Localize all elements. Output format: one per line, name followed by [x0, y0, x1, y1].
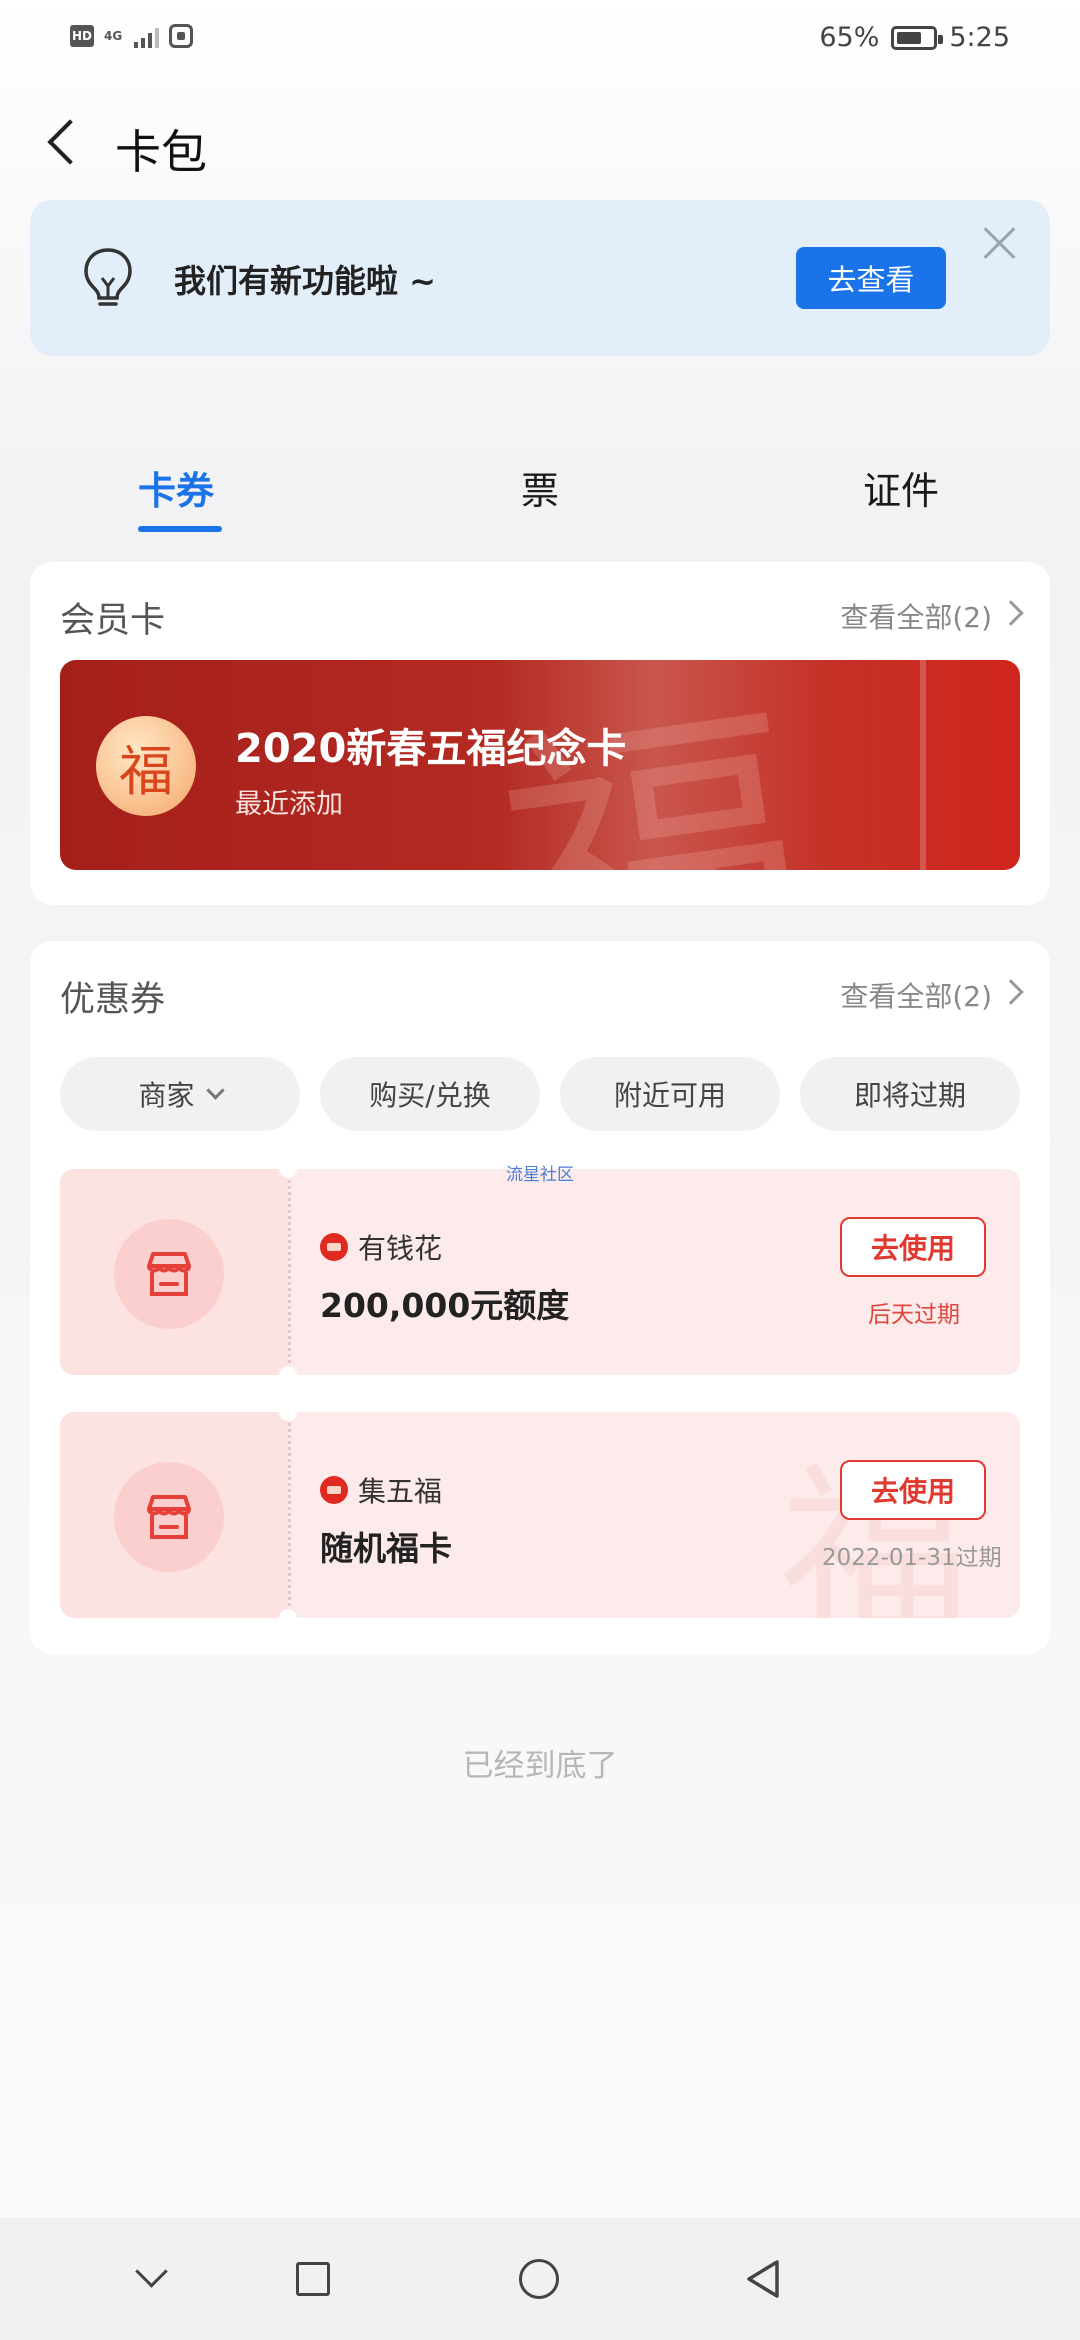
banner-text: 我们有新功能啦 ~ [174, 262, 436, 300]
hotspot-icon [169, 24, 194, 48]
coupon-source: 集五福 [320, 1470, 442, 1510]
end-of-list-text: 已经到底了 [462, 1748, 618, 1784]
filter-merchant[interactable]: 商家 [60, 1057, 300, 1131]
fu-logo-icon: 福 [96, 716, 196, 816]
filter-label: 购买/兑换 [369, 1079, 491, 1112]
coupon-notch [279, 1403, 297, 1421]
store-icon [114, 1219, 224, 1329]
member-card-title: 2020新春五福纪念卡 [235, 726, 627, 772]
source-name: 有钱花 [358, 1232, 443, 1265]
tab-coupons[interactable]: 卡券 [138, 460, 214, 515]
source-name: 集五福 [358, 1475, 443, 1508]
coupon-title: 200,000元额度 [320, 1286, 570, 1325]
battery-icon [891, 25, 944, 50]
app-header: 卡包 [0, 100, 1080, 190]
nav-hide-keyboard-icon[interactable] [128, 2256, 174, 2302]
status-icons-left: HD 4G [70, 24, 194, 48]
chevron-down-icon [205, 1080, 225, 1100]
battery-percent: 65% [819, 22, 880, 53]
coupon-expiry: 后天过期 [868, 1302, 960, 1328]
tab-tickets[interactable]: 票 [521, 460, 559, 515]
view-all-coupon-link[interactable]: 查看全部(2) [840, 975, 992, 1015]
chevron-right-icon[interactable] [998, 979, 1024, 1005]
coupon-item[interactable]: 福 集五福 随机福卡 去使用 2022-01-31过期 [60, 1412, 1020, 1618]
coupon-filters: 商家 购买/兑换 附近可用 即将过期 [60, 1057, 1020, 1131]
store-icon [114, 1462, 224, 1572]
coupon-divider [288, 1412, 291, 1618]
jiwufu-logo-icon [320, 1476, 348, 1504]
coupon-source: 有钱花 [320, 1227, 442, 1267]
new-feature-banner: 我们有新功能啦 ~ 去查看 [30, 200, 1050, 356]
use-coupon-button[interactable]: 去使用 [840, 1460, 986, 1520]
section-title: 会员卡 [60, 601, 166, 641]
chevron-right-icon[interactable] [998, 600, 1024, 626]
filter-purchase-exchange[interactable]: 购买/兑换 [320, 1057, 540, 1131]
coupon-notch [279, 1366, 297, 1384]
back-arrow-icon[interactable] [38, 112, 98, 172]
nav-recents-icon[interactable] [296, 2262, 330, 2296]
filter-label: 附近可用 [613, 1079, 726, 1112]
coupon-title: 随机福卡 [320, 1529, 452, 1568]
youqianhua-logo-icon [320, 1233, 348, 1261]
tab-bar: 卡券 票 证件 [0, 450, 1080, 540]
network-type: 4G [104, 29, 123, 43]
filter-nearby[interactable]: 附近可用 [560, 1057, 780, 1131]
use-coupon-button[interactable]: 去使用 [840, 1217, 986, 1277]
coupon-notch [279, 1609, 297, 1627]
active-tab-indicator [138, 526, 222, 532]
filter-label: 即将过期 [853, 1079, 966, 1112]
page-title: 卡包 [115, 125, 207, 179]
coupon-expiry: 2022-01-31过期 [822, 1545, 1002, 1571]
card-stripe [920, 660, 926, 870]
filter-expiring-soon[interactable]: 即将过期 [800, 1057, 1020, 1131]
hd-icon: HD [70, 25, 94, 47]
status-icons-right: 65% 5:25 [819, 22, 1010, 53]
coupon-section: 优惠券 查看全部(2) 商家 购买/兑换 附近可用 即将过期 有钱花 200,0… [30, 941, 1050, 1654]
coupon-divider [288, 1169, 291, 1375]
filter-label: 商家 [138, 1079, 195, 1112]
lightbulb-icon [84, 248, 132, 306]
member-card-subtitle: 最近添加 [235, 789, 343, 820]
tab-documents[interactable]: 证件 [863, 460, 939, 515]
close-icon[interactable] [980, 222, 1020, 262]
system-navigation-bar [0, 2218, 1080, 2340]
member-card-section: 会员卡 查看全部(2) 福 福 2020新春五福纪念卡 最近添加 [30, 562, 1050, 905]
view-all-member-link[interactable]: 查看全部(2) [840, 596, 992, 636]
member-card[interactable]: 福 福 2020新春五福纪念卡 最近添加 [60, 660, 1020, 870]
watermark-text: 流星社区 [506, 1165, 574, 1185]
section-title: 优惠券 [60, 980, 166, 1020]
signal-icon [134, 24, 160, 48]
coupon-item[interactable]: 有钱花 200,000元额度 去使用 后天过期 [60, 1169, 1020, 1375]
nav-back-icon[interactable] [743, 2256, 789, 2302]
clock: 5:25 [949, 22, 1010, 53]
status-bar: HD 4G 65% 5:25 [0, 0, 1080, 84]
view-new-feature-button[interactable]: 去查看 [796, 247, 946, 309]
nav-home-icon[interactable] [519, 2259, 559, 2299]
